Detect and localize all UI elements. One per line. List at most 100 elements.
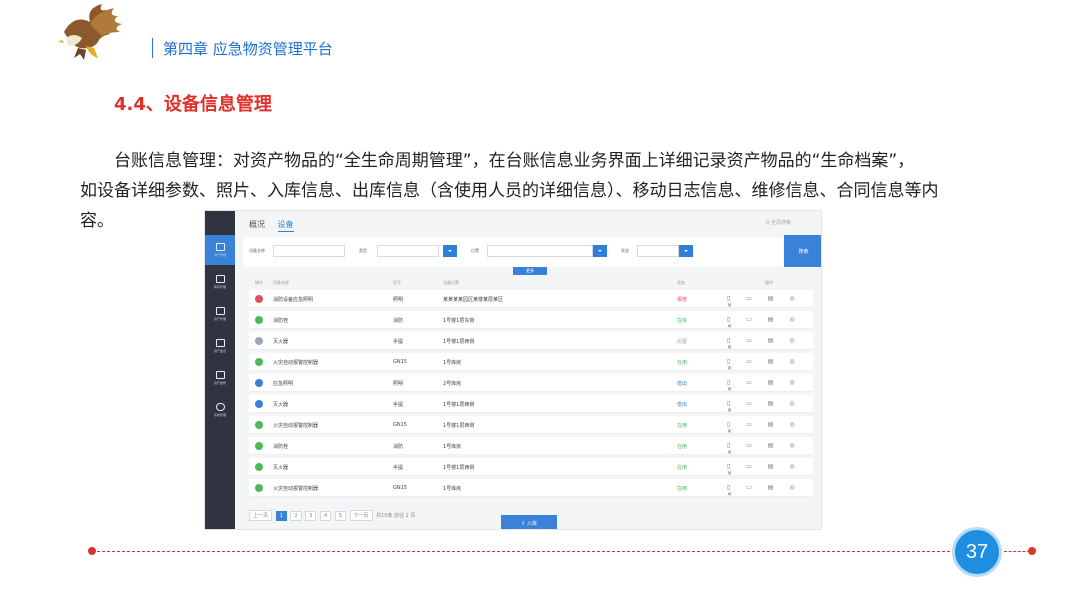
model-cell: 手提	[393, 402, 404, 408]
search-button[interactable]: 搜索	[784, 235, 821, 267]
status-dot-icon	[255, 421, 263, 429]
page-button[interactable]: 3	[305, 511, 317, 521]
status-dot-icon	[255, 463, 263, 471]
row-action-icons[interactable]: ▯ ▭ ▤ ◎ ✕	[727, 421, 813, 435]
status-cell: 在用	[677, 486, 688, 492]
sidebar-item-stock[interactable]: 库存管理	[205, 267, 235, 297]
goto-page[interactable]: 前往 2 页	[394, 513, 415, 519]
app-tabs: 概况 设备	[249, 219, 304, 232]
model-cell: 手提	[393, 465, 404, 471]
home-icon	[215, 275, 225, 283]
eagle-logo-icon	[58, 4, 122, 60]
sidebar-item-inventory[interactable]: 资产盘点	[205, 331, 235, 361]
status-dot-icon	[255, 442, 263, 450]
chevron-down-icon[interactable]	[679, 245, 693, 257]
sidebar-item-manage[interactable]: 资产管理	[205, 299, 235, 329]
location-cell: 1号库房	[443, 444, 462, 450]
footer-rule	[92, 551, 950, 552]
gear-icon	[215, 403, 225, 411]
row-action-icons[interactable]: ▯ ▭ ▤ ◎ ✕	[727, 484, 813, 498]
global-search[interactable]: Q 全局搜索	[765, 219, 791, 226]
sidebar-item-repair[interactable]: 资产报修	[205, 363, 235, 393]
page-button[interactable]: 2	[290, 511, 302, 521]
row-action-icons[interactable]: ▯ ▭ ▤ ◎ ✕	[727, 295, 813, 309]
model-cell: 照明	[393, 297, 404, 303]
device-name-cell: 火灾自动报警控制器	[273, 423, 319, 429]
device-name-cell: 火灾自动报警控制器	[273, 360, 319, 366]
model-cell: GN15	[393, 359, 407, 365]
header-divider	[152, 38, 153, 58]
table-row[interactable]: 灭火器 手提 1号楼1层西侧 在用 ▯ ▭ ▤ ◎ ✕	[249, 458, 813, 477]
page-button[interactable]: 4	[319, 511, 332, 521]
import-button[interactable]: ⇪ 入库	[501, 515, 557, 529]
location-cell: 1号库房	[443, 486, 462, 492]
table-row[interactable]: 消防设备应急照明 照明 某某某某园区某楼某层某区 报修 ▯ ▭ ▤ ◎ ✕	[249, 290, 813, 309]
lock-icon	[215, 371, 225, 379]
status-dot-icon	[255, 484, 263, 492]
table-row[interactable]: 应急照明 照明 2号库房 借出 ▯ ▭ ▤ ◎ ✕	[249, 374, 813, 393]
location-cell: 1号楼1层东侧	[443, 318, 475, 324]
filter-bar: 设备名称 类型 位置 状态	[243, 237, 783, 267]
table-row[interactable]: 灭火器 手提 1号楼1层西侧 借出 ▯ ▭ ▤ ◎ ✕	[249, 395, 813, 414]
footer-rule-right	[1004, 551, 1030, 552]
device-name-cell: 应急照明	[273, 381, 294, 387]
model-cell: 照明	[393, 381, 404, 387]
total-count: 共10条	[376, 513, 393, 519]
row-action-icons[interactable]: ▯ ▭ ▤ ◎ ✕	[727, 337, 813, 351]
table-row[interactable]: 消防栓 消防 1号库房 在用 ▯ ▭ ▤ ◎ ✕	[249, 437, 813, 456]
model-cell: 消防	[393, 444, 404, 450]
status-dot-icon	[255, 337, 263, 345]
filter-name-label: 设备名称	[249, 248, 265, 253]
prev-page-button[interactable]: 上一页	[249, 510, 273, 521]
page-button[interactable]: 5	[334, 511, 346, 521]
filter-name-input[interactable]	[273, 245, 345, 257]
page-button[interactable]: 1	[275, 511, 287, 521]
table-row[interactable]: 火灾自动报警控制器 GN15 1号楼1层西侧 在用 ▯ ▭ ▤ ◎ ✕	[249, 416, 813, 435]
filter-type-select[interactable]	[377, 245, 439, 257]
status-cell: 在库	[677, 318, 688, 324]
table-row[interactable]: 灭火器 手提 1号楼1层西侧 闲置 ▯ ▭ ▤ ◎ ✕	[249, 332, 813, 351]
tab-overview[interactable]: 概况	[249, 220, 265, 229]
chevron-down-icon[interactable]	[593, 245, 607, 257]
tab-device[interactable]: 设备	[277, 220, 294, 232]
status-dot-icon	[255, 379, 263, 387]
row-action-icons[interactable]: ▯ ▭ ▤ ◎ ✕	[727, 358, 813, 372]
filter-status-select[interactable]	[637, 245, 679, 257]
row-action-icons[interactable]: ▯ ▭ ▤ ◎ ✕	[727, 442, 813, 456]
location-cell: 1号楼1层西侧	[443, 423, 475, 429]
filter-status-label: 状态	[621, 248, 629, 253]
row-action-icons[interactable]: ▯ ▭ ▤ ◎ ✕	[727, 379, 813, 393]
status-dot-icon	[255, 316, 263, 324]
app-sidebar: 资产管理 库存管理 资产管理 资产盘点 资产报修 系统管理	[205, 211, 235, 529]
table-row[interactable]: 火灾自动报警控制器 GN15 1号库房 在用 ▯ ▭ ▤ ◎ ✕	[249, 353, 813, 372]
row-action-icons[interactable]: ▯ ▭ ▤ ◎ ✕	[727, 400, 813, 414]
device-name-cell: 消防栓	[273, 444, 289, 450]
status-dot-icon	[255, 295, 263, 303]
location-cell: 1号楼1层西侧	[443, 339, 475, 345]
sidebar-item-system[interactable]: 系统管理	[205, 395, 235, 425]
page-number-badge: 37	[952, 527, 1002, 577]
next-page-button[interactable]: 下一页	[349, 510, 373, 521]
app-screenshot: 资产管理 库存管理 资产管理 资产盘点 资产报修 系统管理 概况 设备 Q 全局…	[204, 210, 822, 530]
row-action-icons[interactable]: ▯ ▭ ▤ ◎ ✕	[727, 463, 813, 477]
device-name-cell: 灭火器	[273, 465, 289, 471]
status-cell: 在用	[677, 360, 688, 366]
status-dot-icon	[255, 358, 263, 366]
device-name-cell: 消防设备应急照明	[273, 297, 314, 303]
status-cell: 闲置	[677, 339, 688, 345]
model-cell: GN15	[393, 485, 407, 491]
sidebar-item-asset[interactable]: 资产管理	[205, 235, 235, 265]
status-cell: 在用	[677, 423, 688, 429]
row-action-icons[interactable]: ▯ ▭ ▤ ◎ ✕	[727, 316, 813, 330]
more-button[interactable]: 更多	[513, 267, 547, 275]
filter-location-label: 位置	[471, 248, 479, 253]
filter-type-label: 类型	[359, 248, 367, 253]
device-name-cell: 灭火器	[273, 339, 289, 345]
status-cell: 报修	[677, 297, 688, 303]
table-row[interactable]: 火灾自动报警控制器 GN15 1号库房 在用 ▯ ▭ ▤ ◎ ✕	[249, 479, 813, 498]
model-cell: GN15	[393, 422, 407, 428]
table-row[interactable]: 消防栓 消防 1号楼1层东侧 在库 ▯ ▭ ▤ ◎ ✕	[249, 311, 813, 330]
chevron-down-icon[interactable]	[443, 245, 457, 257]
filter-location-select[interactable]	[487, 245, 593, 257]
status-cell: 在用	[677, 465, 688, 471]
